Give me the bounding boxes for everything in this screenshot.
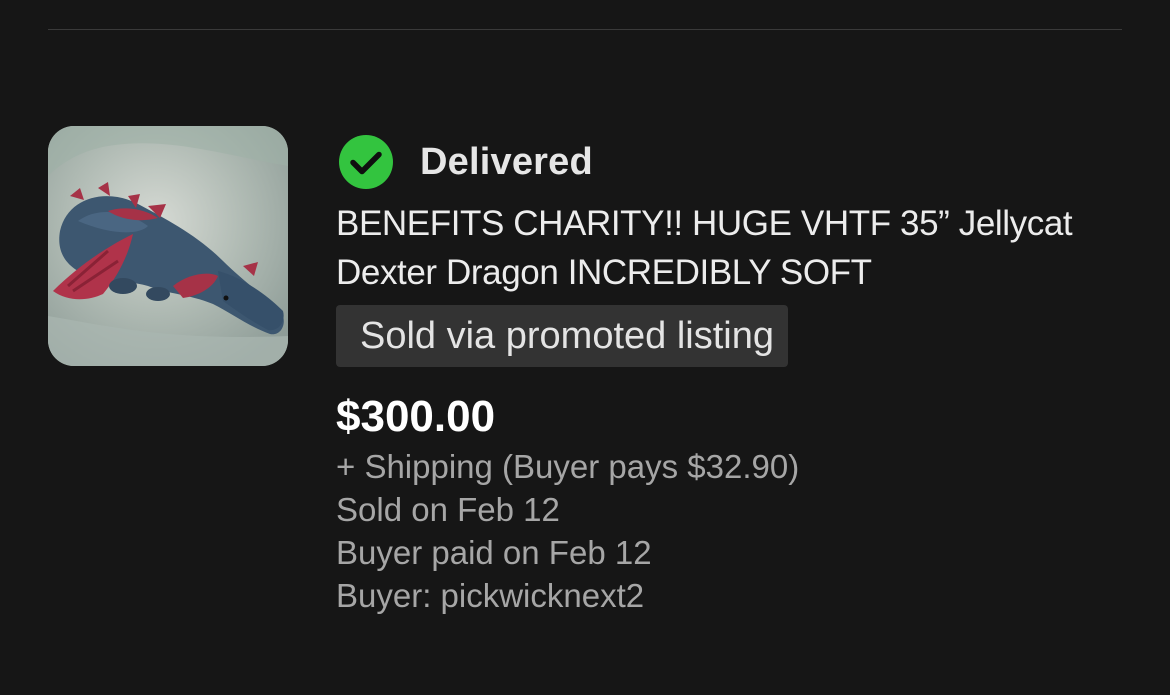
item-thumbnail[interactable] xyxy=(48,126,288,366)
section-divider xyxy=(48,29,1122,30)
item-title[interactable]: BENEFITS CHARITY!! HUGE VHTF 35” Jellyca… xyxy=(336,199,1124,297)
delivery-status: Delivered xyxy=(336,135,1136,189)
promoted-listing-badge: Sold via promoted listing xyxy=(336,305,788,367)
sold-date: Sold on Feb 12 xyxy=(336,491,560,528)
order-details: Delivered BENEFITS CHARITY!! HUGE VHTF 3… xyxy=(336,135,1136,617)
sale-price: $300.00 xyxy=(336,392,496,441)
dragon-plush-image xyxy=(48,126,288,366)
check-circle-icon xyxy=(336,135,396,189)
status-label: Delivered xyxy=(420,140,593,183)
buyer-username: Buyer: pickwicknext2 xyxy=(336,577,645,614)
paid-date: Buyer paid on Feb 12 xyxy=(336,534,652,571)
shipping-info: + Shipping (Buyer pays $32.90) xyxy=(336,448,800,485)
